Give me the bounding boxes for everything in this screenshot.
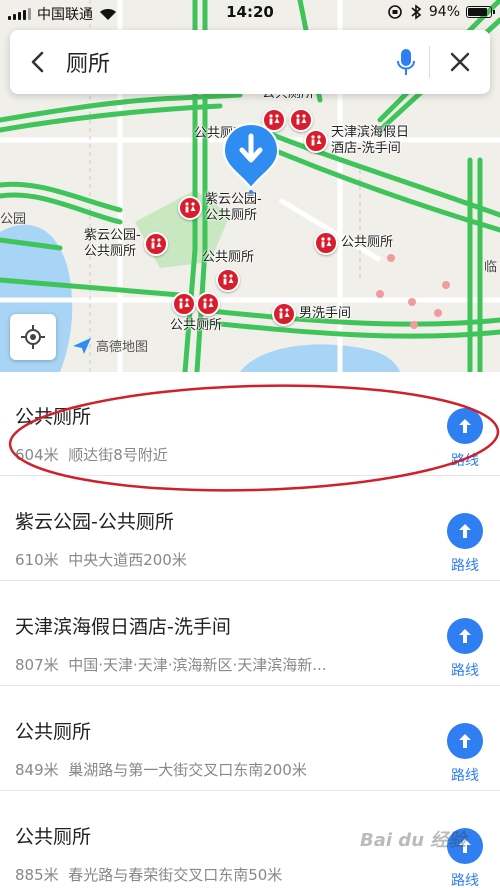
rotation-lock-icon [388,5,402,19]
route-icon [447,618,483,654]
result-address: 中国·天津·天津·滨海新区·天津滨海新... [68,656,327,674]
result-distance: 604米 [15,446,59,464]
map-poi[interactable]: 紫云公园- 公共厕所 [178,192,262,224]
result-detail: 849米 巢湖路与第一大街交叉口东南200米 [15,759,307,780]
toilet-icon [178,196,202,220]
route-label: 路线 [451,453,479,469]
crosshair-icon [21,325,45,349]
map-logo-text: 高德地图 [96,340,149,355]
result-distance: 849米 [15,761,59,779]
battery-icon [466,6,495,18]
map-poi[interactable]: 公共厕所 [314,231,393,255]
locate-me-button[interactable] [10,314,56,360]
route-icon [447,408,483,444]
voice-search-button[interactable] [383,30,429,94]
watermark: Bai du 经验 [360,830,467,851]
route-button[interactable]: 路线 [446,408,484,470]
route-label: 路线 [451,873,479,888]
map-poi[interactable]: 男洗手间 [272,302,351,326]
result-name: 公共厕所 [15,721,92,743]
close-icon [450,52,470,72]
pin-cluster [172,292,220,316]
map-poi[interactable]: 公共厕所 [202,250,254,292]
result-item[interactable]: 天津滨海假日酒店-洗手间 807米 中国·天津·天津·滨海新区·天津滨海新...… [0,582,500,686]
result-address: 巢湖路与第一大街交叉口东南200米 [68,761,307,779]
clear-search-button[interactable] [430,30,490,94]
poi-label: 男洗手间 [299,306,352,321]
poi-label: 紫云公园- 公共厕所 [205,192,262,223]
route-label: 路线 [451,558,479,574]
map-view[interactable]: 中国联通 14:20 94% 厕所 公共厕所 天津滨海假日 酒店-洗手间 紫云公… [0,0,500,372]
result-item[interactable]: 公共厕所 849米 巢湖路与第一大街交叉口东南200米 路线 [0,687,500,791]
map-poi[interactable]: 公共厕所 [170,292,222,334]
results-list[interactable]: 公共厕所 604米 顺达街8号附近 路线 紫云公园-公共厕所 610米 中央大道… [0,372,500,888]
result-detail: 885米 春光路与春荣街交叉口东南50米 [15,864,282,885]
result-address: 春光路与春荣街交叉口东南50米 [68,866,283,884]
route-icon [447,723,483,759]
search-bar[interactable]: 厕所 [10,30,490,94]
route-label: 路线 [451,663,479,679]
microphone-icon [397,49,415,75]
result-distance: 807米 [15,656,59,674]
result-detail: 604米 顺达街8号附近 [15,444,168,465]
poi-label: 天津滨海假日 酒店-洗手间 [331,125,410,156]
amap-logo-icon [73,337,91,354]
route-button[interactable]: 路线 [446,723,484,785]
toilet-icon [143,232,168,256]
map-logo: 高德地图 [72,336,148,355]
toilet-icon [304,129,328,153]
search-input[interactable]: 厕所 [66,46,383,78]
route-icon [447,513,483,549]
toilet-icon [216,268,240,292]
result-address: 中央大道西200米 [68,551,187,569]
result-address: 顺达街8号附近 [68,446,168,464]
map-poi[interactable]: 紫云公园- 公共厕所 [84,228,168,260]
result-name: 天津滨海假日酒店-洗手间 [15,616,231,638]
bluetooth-icon [411,4,422,20]
toilet-icon [196,292,220,316]
toilet-icon [272,302,296,326]
route-button[interactable]: 路线 [446,618,484,680]
selected-location-marker[interactable] [222,122,280,194]
result-item[interactable]: 紫云公园-公共厕所 610米 中央大道西200米 路线 [0,477,500,581]
battery-percent: 94% [428,4,460,20]
route-button[interactable]: 路线 [446,513,484,575]
map-edge-label: 公园 [0,212,27,227]
result-name: 公共厕所 [15,826,92,848]
result-detail: 610米 中央大道西200米 [15,549,187,570]
result-name: 紫云公园-公共厕所 [15,511,174,533]
result-distance: 885米 [15,866,59,884]
poi-label: 紫云公园- 公共厕所 [84,228,141,259]
chevron-left-icon [31,51,44,73]
poi-label: 公共厕所 [341,235,394,250]
result-name: 公共厕所 [15,406,92,428]
result-detail: 807米 中国·天津·天津·滨海新区·天津滨海新... [15,654,327,675]
poi-label: 公共厕所 [202,250,255,265]
route-label: 路线 [451,768,479,784]
toilet-icon [314,231,338,255]
result-distance: 610米 [15,551,59,569]
poi-label: 公共厕所 [170,318,223,333]
map-poi[interactable]: 天津滨海假日 酒店-洗手间 [304,125,409,157]
back-button[interactable] [10,30,66,94]
toilet-icon [172,292,196,316]
result-item[interactable]: 公共厕所 604米 顺达街8号附近 路线 [0,372,500,476]
map-edge-label: 临 [484,260,498,275]
status-bar: 中国联通 14:20 94% [0,0,500,26]
